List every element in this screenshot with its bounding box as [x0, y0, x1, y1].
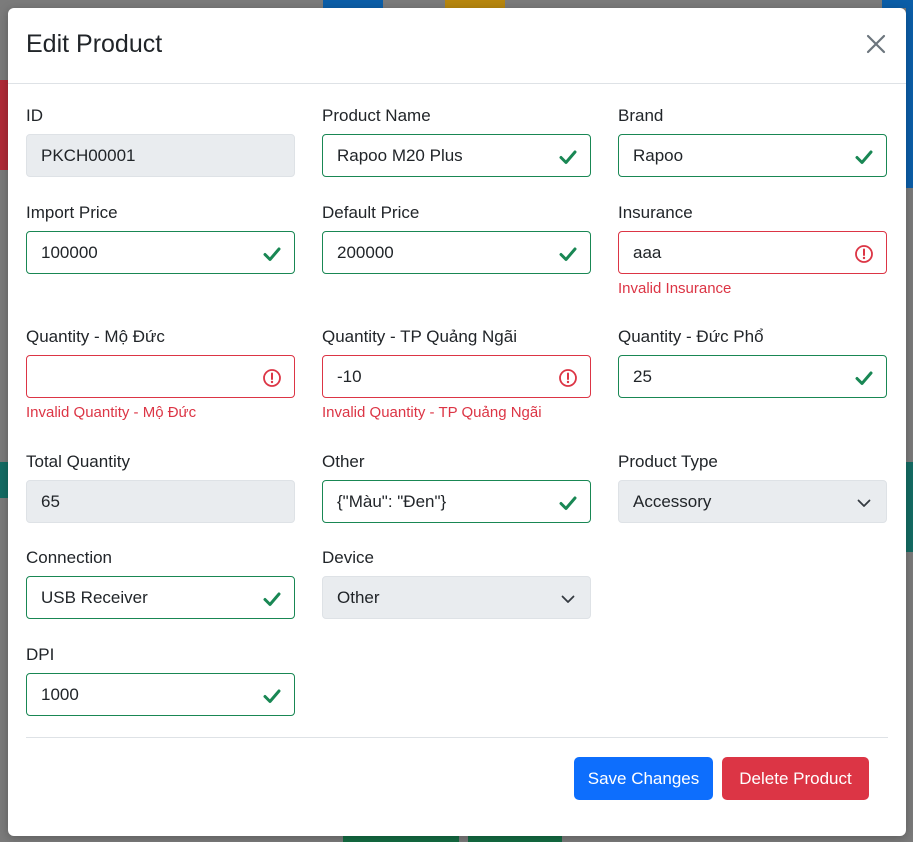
- product-type-field: Product Type Accessory: [618, 450, 887, 523]
- background-fragment: [343, 836, 459, 842]
- brand-field: Brand Rapoo: [618, 104, 887, 177]
- product-type-label: Product Type: [618, 452, 718, 471]
- delete-product-button[interactable]: Delete Product: [722, 757, 869, 800]
- chevron-down-icon: [560, 591, 576, 607]
- check-icon: [558, 493, 578, 513]
- import-price-field: Import Price 100000: [26, 201, 295, 274]
- insurance-field: Insurance aaa Invalid Insurance: [618, 201, 887, 297]
- check-icon: [558, 147, 578, 167]
- device-value: Other: [337, 588, 380, 607]
- check-icon: [854, 147, 874, 167]
- other-input[interactable]: {"Màu": "Đen"}: [322, 480, 591, 523]
- insurance-input[interactable]: aaa: [618, 231, 887, 274]
- default-price-field: Default Price 200000: [322, 201, 591, 274]
- qty-mo-duc-input[interactable]: [26, 355, 295, 398]
- qty-duc-pho-label: Quantity - Đức Phổ: [618, 327, 764, 346]
- qty-tp-quang-ngai-input[interactable]: -10: [322, 355, 591, 398]
- default-price-input[interactable]: 200000: [322, 231, 591, 274]
- close-icon: [866, 34, 886, 54]
- dpi-field: DPI 1000: [26, 643, 295, 716]
- background-fragment: [468, 836, 562, 842]
- background-fragment: [445, 0, 505, 8]
- connection-value: USB Receiver: [41, 588, 148, 607]
- qty-mo-duc-field: Quantity - Mộ Đức Invalid Quantity - Mộ …: [26, 325, 295, 421]
- product-name-input[interactable]: Rapoo M20 Plus: [322, 134, 591, 177]
- background-fragment: [0, 462, 8, 498]
- background-fragment: [906, 8, 913, 188]
- check-icon: [262, 686, 282, 706]
- device-select[interactable]: Other: [322, 576, 591, 619]
- qty-mo-duc-feedback: Invalid Quantity - Mộ Đức: [26, 404, 197, 421]
- check-icon: [854, 368, 874, 388]
- import-price-value: 100000: [41, 243, 98, 262]
- default-price-value: 200000: [337, 243, 394, 262]
- connection-label: Connection: [26, 548, 113, 567]
- error-icon: [854, 244, 874, 264]
- modal-title: Edit Product: [26, 30, 163, 58]
- edit-product-modal: Edit Product ID PKCH00001 Product Name R…: [8, 8, 906, 836]
- other-label: Other: [322, 452, 365, 471]
- total-quantity-field: Total Quantity 65: [26, 450, 295, 523]
- background-fragment: [882, 0, 913, 8]
- qty-duc-pho-input[interactable]: 25: [618, 355, 887, 398]
- save-changes-button[interactable]: Save Changes: [574, 757, 713, 800]
- qty-duc-pho-value: 25: [633, 367, 652, 386]
- check-icon: [262, 589, 282, 609]
- total-quantity-input: 65: [26, 480, 295, 523]
- id-value: PKCH00001: [41, 146, 136, 165]
- other-field: Other {"Màu": "Đen"}: [322, 450, 591, 523]
- insurance-value: aaa: [633, 243, 662, 262]
- product-type-value: Accessory: [633, 492, 712, 511]
- dpi-label: DPI: [26, 645, 55, 664]
- qty-tp-quang-ngai-feedback: Invalid Quantity - TP Quảng Ngãi: [322, 404, 542, 421]
- product-name-label: Product Name: [322, 106, 431, 125]
- device-field: Device Other: [322, 546, 591, 619]
- connection-input[interactable]: USB Receiver: [26, 576, 295, 619]
- brand-input[interactable]: Rapoo: [618, 134, 887, 177]
- check-icon: [262, 244, 282, 264]
- import-price-label: Import Price: [26, 203, 118, 222]
- brand-value: Rapoo: [633, 146, 684, 165]
- footer-divider: [26, 737, 888, 738]
- qty-duc-pho-field: Quantity - Đức Phổ 25: [618, 325, 887, 398]
- product-name-field: Product Name Rapoo M20 Plus: [322, 104, 591, 177]
- qty-tp-quang-ngai-value: -10: [337, 367, 362, 386]
- error-icon: [558, 368, 578, 388]
- dpi-input[interactable]: 1000: [26, 673, 295, 716]
- insurance-feedback: Invalid Insurance: [618, 280, 732, 297]
- id-label: ID: [26, 106, 43, 125]
- dpi-value: 1000: [41, 685, 79, 704]
- total-quantity-label: Total Quantity: [26, 452, 130, 471]
- brand-label: Brand: [618, 106, 664, 125]
- background-fragment: [323, 0, 383, 8]
- id-field: ID PKCH00001: [26, 104, 295, 177]
- product-name-value: Rapoo M20 Plus: [337, 146, 463, 165]
- qty-tp-quang-ngai-label: Quantity - TP Quảng Ngãi: [322, 327, 517, 346]
- qty-tp-quang-ngai-field: Quantity - TP Quảng Ngãi -10 Invalid Qua…: [322, 325, 591, 421]
- check-icon: [558, 244, 578, 264]
- qty-mo-duc-label: Quantity - Mộ Đức: [26, 327, 165, 346]
- import-price-input[interactable]: 100000: [26, 231, 295, 274]
- other-value: {"Màu": "Đen"}: [337, 492, 447, 511]
- default-price-label: Default Price: [322, 203, 420, 222]
- id-input: PKCH00001: [26, 134, 295, 177]
- total-quantity-value: 65: [41, 492, 60, 511]
- background-fragment: [0, 80, 8, 170]
- connection-field: Connection USB Receiver: [26, 546, 295, 619]
- background-fragment: [906, 462, 913, 552]
- device-label: Device: [322, 548, 374, 567]
- modal-header: Edit Product: [8, 8, 906, 84]
- product-type-select[interactable]: Accessory: [618, 480, 887, 523]
- error-icon: [262, 368, 282, 388]
- chevron-down-icon: [856, 495, 872, 511]
- insurance-label: Insurance: [618, 203, 693, 222]
- close-button[interactable]: [864, 32, 888, 56]
